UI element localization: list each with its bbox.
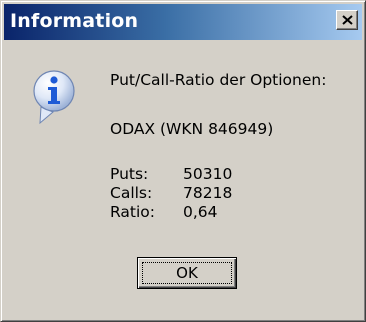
info-icon — [33, 70, 75, 125]
stat-value: 50310 — [183, 165, 233, 183]
stat-label: Puts: — [110, 165, 149, 183]
window-title: Information — [10, 10, 139, 32]
information-dialog: Information Put/Call-Ratio der Optionen:… — [0, 0, 366, 322]
stat-value: 0,64 — [183, 203, 218, 221]
stat-label: Calls: — [110, 184, 153, 202]
stat-row-calls: Calls: 78218 — [110, 184, 232, 203]
stat-value: 78218 — [183, 184, 233, 202]
message-line-ratio: Put/Call-Ratio der Optionen: — [110, 71, 327, 89]
ok-button[interactable]: OK — [137, 257, 237, 289]
stat-row-puts: Puts: 50310 — [110, 165, 232, 184]
title-bar[interactable]: Information — [4, 4, 362, 40]
message-line-instrument: ODAX (WKN 846949) — [110, 120, 274, 138]
close-button[interactable] — [336, 10, 358, 30]
stats-block: Puts: 50310 Calls: 78218 Ratio: 0,64 — [110, 165, 232, 222]
stat-label: Ratio: — [110, 203, 156, 221]
ok-button-label: OK — [176, 264, 198, 282]
stat-row-ratio: Ratio: 0,64 — [110, 203, 232, 222]
close-icon — [342, 15, 353, 25]
